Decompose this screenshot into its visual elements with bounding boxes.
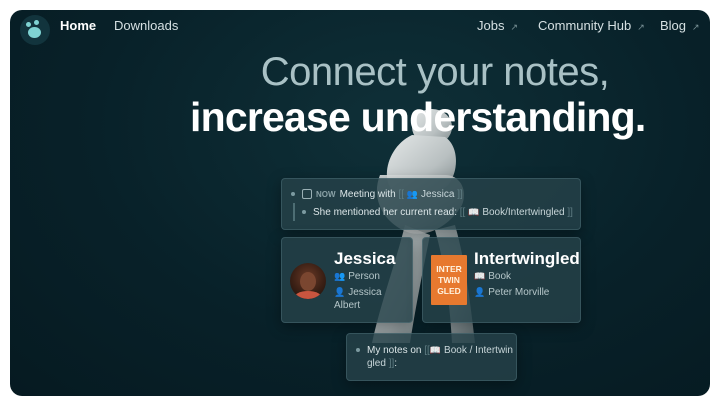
- person-type-property: 👥 Person: [334, 271, 380, 282]
- nav-community-hub-label: Community Hub: [538, 18, 632, 33]
- nav-downloads-link[interactable]: Downloads: [114, 18, 178, 33]
- book-intertwingled-link[interactable]: Book/Intertwingled: [482, 207, 564, 218]
- book-type-value: Book: [488, 271, 512, 282]
- book-author-property: 👤 Peter Morville: [474, 287, 549, 298]
- cover-text-line2: TWIN: [438, 275, 460, 285]
- external-link-icon: ↗: [692, 22, 700, 32]
- now-marker: NOW: [316, 190, 336, 199]
- book-author-value[interactable]: Peter Morville: [488, 287, 549, 298]
- book-icon: 📖: [429, 345, 442, 355]
- bracket-open: [[: [398, 189, 405, 200]
- bracket-close: ]]: [457, 189, 463, 200]
- todo-checkbox[interactable]: [302, 189, 312, 200]
- nav-jobs-link[interactable]: Jobs ↗: [477, 18, 518, 33]
- book-cover-image: INTER TWIN GLED: [431, 255, 467, 305]
- cover-text-line3: GLED: [437, 286, 461, 296]
- bracket-close: ]]: [567, 207, 573, 218]
- person-type-value: Person: [348, 271, 380, 282]
- book-card-title: Intertwingled: [474, 249, 580, 268]
- journal-row-current-read[interactable]: She mentioned her current read: [[ 📖 Book…: [302, 207, 573, 218]
- journal-block-card[interactable]: NOW Meeting with [[ 👥 Jessica ]] She menti…: [281, 178, 581, 230]
- bullet-icon: [356, 348, 360, 353]
- nav-jobs-label: Jobs: [477, 18, 505, 33]
- people-icon: 👥: [406, 189, 419, 199]
- person-name-property: 👤 Jessica: [334, 287, 382, 298]
- book-page-card[interactable]: INTER TWIN GLED Intertwingled 📖 Book 👤 Pet…: [422, 237, 581, 323]
- avatar: [290, 263, 326, 299]
- notes-row[interactable]: My notes on [[📖 Book / Intertwin: [356, 345, 513, 356]
- logo-icon[interactable]: [20, 15, 50, 45]
- hero-headline-line1: Connect your notes,: [260, 50, 610, 94]
- current-read-text: She mentioned her current read:: [313, 207, 457, 218]
- jessica-page-link[interactable]: Jessica: [421, 189, 454, 200]
- book-type-property: 📖 Book: [474, 271, 511, 282]
- cover-text-line1: INTER: [436, 264, 462, 274]
- meeting-text: Meeting with: [339, 189, 396, 200]
- hero-headline-line2: increase understanding.: [190, 94, 646, 140]
- bullet-icon: [302, 210, 306, 215]
- journal-row-meeting[interactable]: NOW Meeting with [[ 👥 Jessica ]]: [291, 189, 463, 200]
- person-icon: 👤: [474, 287, 486, 297]
- people-icon: 👥: [334, 271, 346, 281]
- notes-text: My notes on: [367, 345, 422, 356]
- app-window: Home Downloads Jobs ↗ Community Hub ↗ Blog…: [10, 10, 710, 396]
- notes-row-wrap: gled ]]:: [367, 358, 397, 369]
- indent-guide: [293, 203, 295, 221]
- nav-home-link[interactable]: Home: [60, 18, 96, 33]
- person-page-card[interactable]: Jessica 👥 Person 👤 Jessica Albert: [281, 237, 413, 323]
- notes-block-card[interactable]: My notes on [[📖 Book / Intertwin gled ]]:: [346, 333, 517, 381]
- bullet-icon: [291, 192, 295, 197]
- person-icon: 👤: [334, 287, 346, 297]
- person-first-name[interactable]: Jessica: [348, 287, 381, 298]
- book-icon: 📖: [468, 207, 480, 217]
- external-link-icon: ↗: [510, 22, 519, 32]
- notes-book-link[interactable]: Book / Intertwin: [444, 345, 513, 356]
- bracket-open: [[: [424, 345, 430, 356]
- nav-blog-link[interactable]: Blog ↗: [660, 18, 700, 33]
- notes-suffix: :: [394, 358, 398, 369]
- person-last-name[interactable]: Albert: [334, 300, 360, 311]
- book-icon: 📖: [474, 271, 486, 281]
- nav-community-hub-link[interactable]: Community Hub ↗: [538, 18, 645, 33]
- bracket-open: [[: [459, 207, 466, 218]
- nav-blog-label: Blog: [660, 18, 687, 33]
- notes-book-link-cont[interactable]: gled: [367, 358, 386, 369]
- external-link-icon: ↗: [637, 22, 645, 32]
- person-card-title: Jessica: [334, 249, 396, 268]
